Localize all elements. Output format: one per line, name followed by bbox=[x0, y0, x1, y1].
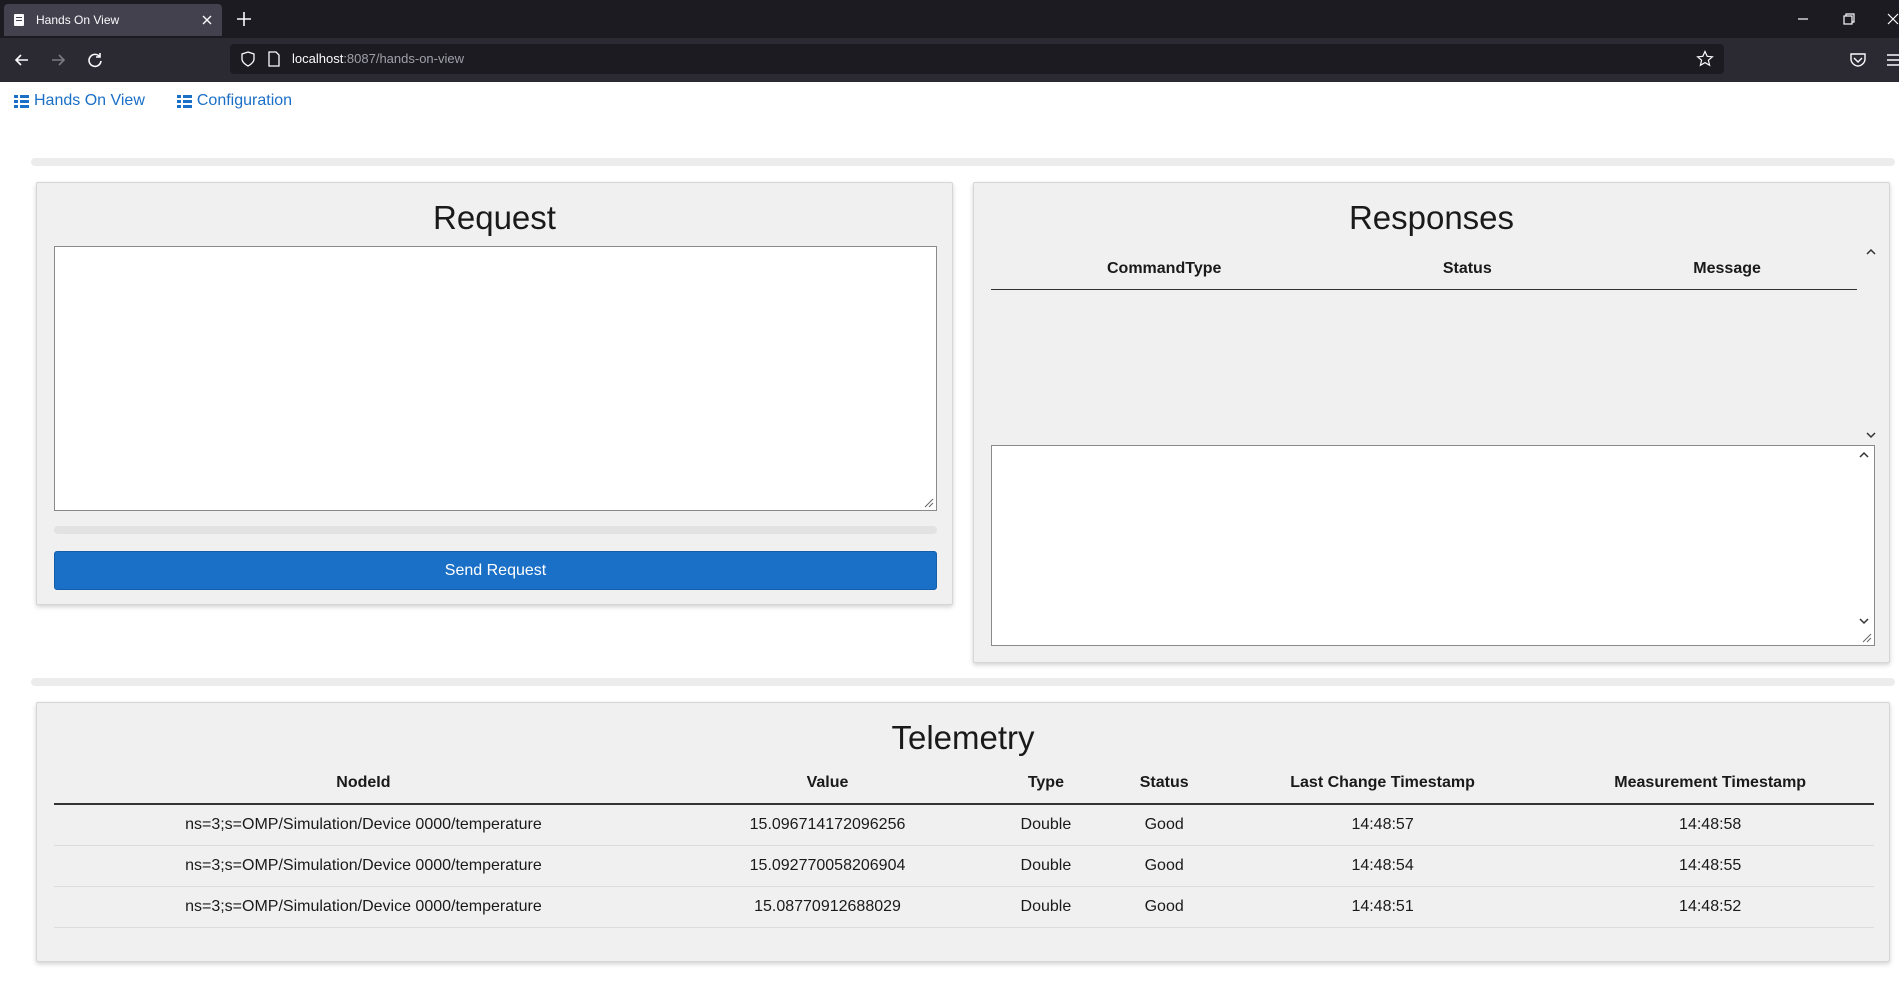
resize-grip-icon[interactable] bbox=[1860, 631, 1872, 643]
list-grid-icon bbox=[176, 94, 192, 108]
responses-table: CommandType Status Message bbox=[991, 249, 1857, 290]
cell-value: 15.096714172096256 bbox=[672, 804, 983, 846]
request-title: Request bbox=[433, 199, 556, 236]
cell-last-change-timestamp: 14:48:54 bbox=[1218, 845, 1547, 887]
nav-label-hands-on-view: Hands On View bbox=[34, 92, 145, 109]
table-row[interactable]: ns=3;s=OMP/Simulation/Device 0000/temper… bbox=[54, 845, 1874, 887]
column-header-nodeid[interactable]: NodeId bbox=[54, 763, 673, 805]
column-header-status[interactable]: Status bbox=[1109, 763, 1219, 805]
cell-type: Double bbox=[982, 804, 1110, 846]
new-tab-icon[interactable] bbox=[234, 9, 254, 29]
cell-nodeid: ns=3;s=OMP/Simulation/Device 0000/temper… bbox=[54, 886, 673, 928]
cell-measurement-timestamp: 14:48:58 bbox=[1546, 804, 1874, 846]
browser-nav-bar: localhost:8087/hands-on-view bbox=[0, 38, 1899, 82]
column-header-value[interactable]: Value bbox=[672, 763, 983, 805]
cell-type: Double bbox=[982, 845, 1110, 887]
reload-icon[interactable] bbox=[84, 49, 106, 71]
browser-tab[interactable]: Hands On View bbox=[4, 4, 222, 36]
app-top-nav: Hands On View Configuration bbox=[14, 92, 292, 110]
table-row[interactable]: ns=3;s=OMP/Simulation/Device 0000/temper… bbox=[54, 886, 1874, 928]
request-panel: Request Send Request bbox=[36, 182, 953, 605]
cell-value: 15.08770912688029 bbox=[672, 886, 983, 928]
responses-header-row: CommandType Status Message bbox=[991, 249, 1857, 290]
section-divider bbox=[31, 678, 1895, 686]
address-bar[interactable]: localhost:8087/hands-on-view bbox=[230, 44, 1724, 74]
scroll-down-icon[interactable] bbox=[1858, 616, 1870, 626]
cell-status: Good bbox=[1109, 804, 1219, 846]
tab-title: Hands On View bbox=[36, 13, 120, 27]
url-text[interactable]: localhost:8087/hands-on-view bbox=[292, 51, 464, 66]
list-grid-icon bbox=[14, 94, 29, 108]
pocket-icon[interactable] bbox=[1848, 50, 1868, 70]
nav-link-configuration[interactable]: Configuration bbox=[176, 92, 293, 110]
scroll-down-icon[interactable] bbox=[1865, 430, 1877, 440]
telemetry-table: NodeId Value Type Status Last Change Tim… bbox=[54, 763, 1874, 928]
scroll-up-icon[interactable] bbox=[1865, 247, 1877, 257]
section-divider bbox=[31, 158, 1895, 166]
telemetry-panel: Telemetry NodeId Value Type Status Last … bbox=[36, 702, 1890, 962]
column-header-message[interactable]: Message bbox=[1597, 249, 1857, 290]
responses-panel: Responses CommandType Status Message bbox=[973, 182, 1890, 663]
table-row[interactable]: ns=3;s=OMP/Simulation/Device 0000/temper… bbox=[54, 804, 1874, 846]
column-header-status[interactable]: Status bbox=[1337, 249, 1598, 290]
send-request-button[interactable]: Send Request bbox=[54, 551, 937, 590]
restore-icon[interactable] bbox=[1840, 10, 1858, 28]
column-header-commandtype[interactable]: CommandType bbox=[991, 249, 1338, 290]
page-icon bbox=[14, 14, 24, 26]
request-textarea[interactable] bbox=[54, 246, 937, 511]
menu-icon[interactable] bbox=[1884, 50, 1899, 70]
cell-last-change-timestamp: 14:48:57 bbox=[1218, 804, 1547, 846]
cell-status: Good bbox=[1109, 845, 1219, 887]
back-icon[interactable] bbox=[11, 49, 33, 71]
cell-measurement-timestamp: 14:48:52 bbox=[1546, 886, 1874, 928]
cell-measurement-timestamp: 14:48:55 bbox=[1546, 845, 1874, 887]
scroll-up-icon[interactable] bbox=[1858, 450, 1870, 460]
close-window-icon[interactable] bbox=[1884, 10, 1899, 28]
shield-icon[interactable] bbox=[240, 51, 256, 67]
column-header-measurement-timestamp[interactable]: Measurement Timestamp bbox=[1546, 763, 1874, 805]
browser-tab-bar: Hands On View bbox=[0, 0, 1899, 38]
telemetry-header-row: NodeId Value Type Status Last Change Tim… bbox=[54, 763, 1874, 805]
column-header-last-change-timestamp[interactable]: Last Change Timestamp bbox=[1218, 763, 1547, 805]
responses-title: Responses bbox=[1348, 199, 1515, 236]
request-progress-bar bbox=[54, 526, 937, 534]
cell-status: Good bbox=[1109, 886, 1219, 928]
nav-link-hands-on-view[interactable]: Hands On View bbox=[14, 92, 145, 110]
cell-value: 15.092770058206904 bbox=[672, 845, 983, 887]
page-info-icon[interactable] bbox=[266, 51, 282, 67]
column-header-type[interactable]: Type bbox=[982, 763, 1110, 805]
minimize-icon[interactable] bbox=[1794, 10, 1812, 28]
close-tab-icon[interactable] bbox=[200, 13, 214, 27]
cell-last-change-timestamp: 14:48:51 bbox=[1218, 886, 1547, 928]
response-detail-textarea[interactable] bbox=[991, 445, 1875, 646]
nav-label-configuration: Configuration bbox=[196, 92, 293, 109]
cell-nodeid: ns=3;s=OMP/Simulation/Device 0000/temper… bbox=[54, 845, 673, 887]
resize-grip-icon[interactable] bbox=[922, 496, 934, 508]
telemetry-title: Telemetry bbox=[891, 719, 1035, 756]
cell-nodeid: ns=3;s=OMP/Simulation/Device 0000/temper… bbox=[54, 804, 673, 846]
forward-icon[interactable] bbox=[47, 49, 69, 71]
cell-type: Double bbox=[982, 886, 1110, 928]
bookmark-star-icon[interactable] bbox=[1696, 50, 1714, 68]
